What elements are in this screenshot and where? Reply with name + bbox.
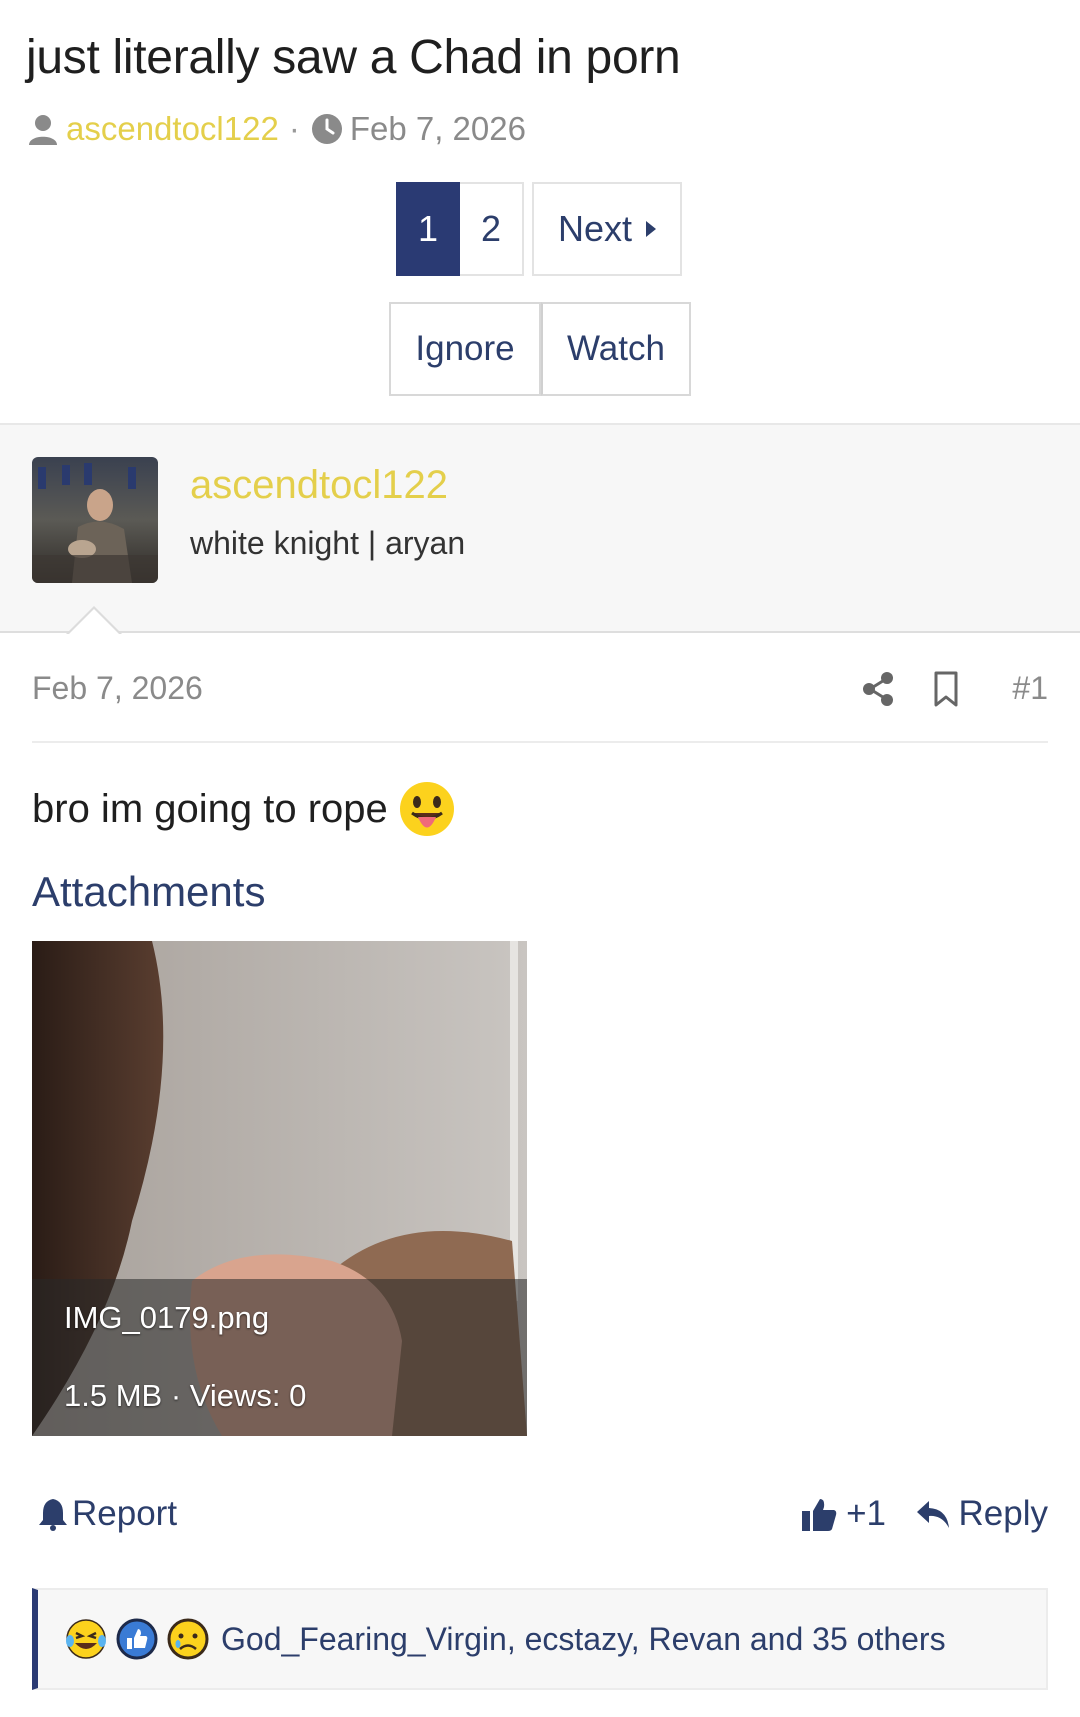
thread-meta: ascendtocl122 · Feb 7, 2026 (26, 110, 526, 148)
message-pointer (66, 606, 122, 635)
tongue-out-emoji-icon (398, 780, 456, 838)
like-count: +1 (846, 1494, 886, 1533)
avatar[interactable] (32, 457, 158, 583)
thread-title: just literally saw a Chad in porn (26, 31, 681, 84)
page-2-button[interactable]: 2 (460, 182, 524, 276)
post-footer: Report +1 Reply (32, 1490, 1048, 1550)
bookmark-icon[interactable] (926, 669, 966, 709)
attachment-filename: IMG_0179.png (64, 1300, 270, 1335)
post-header: Feb 7, 2026 #1 (32, 665, 1048, 743)
bell-icon (38, 1497, 68, 1531)
reply-button[interactable]: Reply (915, 1494, 1048, 1534)
post-body: bro im going to rope (32, 780, 456, 838)
attachments-heading: Attachments (32, 868, 266, 915)
ignore-button[interactable]: Ignore (389, 302, 541, 396)
pagination: 1 2 Next (396, 182, 682, 276)
thread-actions: Ignore Watch (389, 302, 691, 396)
clock-icon (310, 112, 344, 146)
next-page-button[interactable]: Next (532, 182, 682, 276)
user-title: white knight | aryan (190, 525, 466, 561)
post-username[interactable]: ascendtocl122 (190, 463, 448, 508)
post-number-link[interactable]: #1 (1012, 670, 1048, 707)
caret-right-icon (646, 221, 657, 237)
thumbs-up-icon (800, 1495, 838, 1533)
post-user-block: ascendtocl122 white knight | aryan (0, 423, 1080, 633)
thread-author-link[interactable]: ascendtocl122 (66, 110, 279, 148)
reply-arrow-icon (915, 1497, 951, 1531)
like-button[interactable]: +1 (800, 1494, 886, 1534)
user-icon (26, 112, 60, 146)
like-emoji-icon (115, 1617, 159, 1661)
share-icon[interactable] (858, 669, 898, 709)
sad-emoji-icon (166, 1617, 210, 1661)
reaction-users-link[interactable]: God_Fearing_Virgin, ecstazy, Revan and 3… (221, 1621, 946, 1658)
thread-date: Feb 7, 2026 (349, 110, 526, 147)
meta-separator: · (288, 110, 300, 147)
next-label: Next (557, 208, 633, 249)
watch-button[interactable]: Watch (541, 302, 691, 396)
post-body-text: bro im going to rope (32, 786, 388, 831)
report-button[interactable]: Report (38, 1494, 177, 1534)
attachment-thumbnail[interactable]: IMG_0179.png 1.5 MB · Views: 0 (32, 941, 527, 1436)
post-date[interactable]: Feb 7, 2026 (32, 670, 203, 707)
page-1-button[interactable]: 1 (396, 182, 460, 276)
reply-label: Reply (958, 1494, 1048, 1533)
reactions-bar[interactable]: God_Fearing_Virgin, ecstazy, Revan and 3… (32, 1588, 1048, 1690)
attachment-info: 1.5 MB · Views: 0 (64, 1378, 307, 1413)
report-label: Report (72, 1494, 178, 1533)
laugh-cry-emoji-icon (64, 1617, 108, 1661)
